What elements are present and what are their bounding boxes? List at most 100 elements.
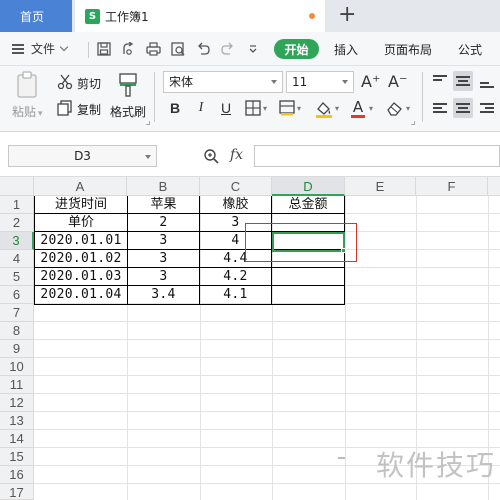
column-header-b[interactable]: B bbox=[127, 177, 200, 196]
shrink-font-button[interactable]: A⁻ bbox=[388, 72, 407, 91]
chevron-down-icon[interactable]: ▾ bbox=[369, 104, 373, 113]
chevron-down-icon[interactable]: ▾ bbox=[263, 104, 267, 113]
formula-bar: D3 fx bbox=[0, 133, 500, 177]
cut-button[interactable]: 剪切 bbox=[77, 75, 101, 92]
cell-a4[interactable]: 2020.01.02 bbox=[35, 250, 127, 268]
row-header-13[interactable]: 13 bbox=[0, 412, 34, 430]
print-icon[interactable] bbox=[144, 40, 162, 58]
column-header-e[interactable]: E bbox=[345, 177, 416, 196]
cell-c5[interactable]: 4.2 bbox=[200, 268, 271, 286]
font-color-button[interactable]: A bbox=[350, 98, 366, 118]
font-size-select[interactable]: 11 bbox=[286, 71, 354, 93]
format-painter-icon[interactable] bbox=[117, 72, 139, 98]
cell-a1[interactable]: 进货时间 bbox=[35, 196, 127, 214]
font-name-select[interactable]: 宋体 bbox=[163, 71, 283, 93]
bold-button[interactable]: B bbox=[166, 99, 184, 117]
tab-page-layout[interactable]: 页面布局 bbox=[384, 41, 432, 58]
chevron-down-icon[interactable]: ▾ bbox=[297, 104, 301, 113]
underline-button[interactable]: U bbox=[217, 99, 235, 117]
tab-insert[interactable]: 插入 bbox=[334, 41, 358, 58]
chevron-down-icon[interactable]: ▾ bbox=[406, 104, 410, 113]
insert-function-button[interactable]: fx bbox=[230, 147, 243, 163]
redo-icon[interactable] bbox=[219, 40, 237, 58]
print-preview-icon[interactable] bbox=[169, 40, 187, 58]
cell-a6[interactable]: 2020.01.04 bbox=[35, 286, 127, 304]
row-header-10[interactable]: 10 bbox=[0, 358, 34, 376]
paste-icon[interactable] bbox=[12, 70, 42, 100]
add-tab-button[interactable]: + bbox=[338, 3, 356, 27]
tab-workbook[interactable]: S 工作簿1 bbox=[75, 0, 325, 32]
cell-a5[interactable]: 2020.01.03 bbox=[35, 268, 127, 286]
column-header-c[interactable]: C bbox=[200, 177, 272, 196]
align-middle-button[interactable] bbox=[453, 71, 473, 91]
row-header-7[interactable]: 7 bbox=[0, 304, 34, 322]
cell-b5[interactable]: 3 bbox=[128, 268, 199, 286]
export-icon[interactable] bbox=[119, 40, 137, 58]
column-header-g[interactable] bbox=[488, 177, 500, 196]
tab-start[interactable]: 开始 bbox=[274, 39, 319, 59]
tab-home[interactable]: 首页 bbox=[0, 0, 72, 32]
align-right-button[interactable] bbox=[477, 98, 497, 118]
fill-color-icon[interactable] bbox=[315, 100, 333, 118]
cell-b3[interactable]: 3 bbox=[128, 232, 199, 250]
row-header-3[interactable]: 3 bbox=[0, 232, 34, 250]
copy-button[interactable]: 复制 bbox=[77, 101, 101, 118]
select-all-corner[interactable] bbox=[0, 177, 34, 196]
eraser-icon[interactable] bbox=[386, 100, 404, 116]
gridline bbox=[34, 411, 500, 412]
cell-c6[interactable]: 4.1 bbox=[200, 286, 271, 304]
fill-pattern-icon[interactable] bbox=[279, 100, 295, 116]
align-bottom-button[interactable] bbox=[477, 71, 497, 91]
row-header-16[interactable]: 16 bbox=[0, 466, 34, 484]
format-painter-button[interactable]: 格式刷 bbox=[110, 103, 146, 120]
borders-icon[interactable] bbox=[245, 100, 261, 116]
row-header-1[interactable]: 1 bbox=[0, 196, 34, 214]
row-header-11[interactable]: 11 bbox=[0, 376, 34, 394]
copy-icon bbox=[57, 100, 73, 116]
cell-b4[interactable]: 3 bbox=[128, 250, 199, 268]
name-box-value: D3 bbox=[74, 149, 91, 163]
name-box[interactable]: D3 bbox=[8, 145, 157, 167]
column-header-a[interactable]: A bbox=[34, 177, 127, 196]
row-header-14[interactable]: 14 bbox=[0, 430, 34, 448]
cell-d1[interactable]: 总金额 bbox=[272, 196, 344, 214]
spreadsheet-grid[interactable]: A B C D E F 1 2 3 4 5 6 7 8 9 10 11 12 1… bbox=[0, 177, 500, 500]
row-header-5[interactable]: 5 bbox=[0, 268, 34, 286]
paste-button[interactable]: 粘贴 ▾ bbox=[12, 103, 43, 120]
zoom-search-icon[interactable] bbox=[203, 148, 219, 164]
row-header-4[interactable]: 4 bbox=[0, 250, 34, 268]
cell-b6[interactable]: 3.4 bbox=[128, 286, 199, 304]
row-header-12[interactable]: 12 bbox=[0, 394, 34, 412]
cell-a2[interactable]: 单价 bbox=[35, 214, 127, 232]
gridline bbox=[34, 357, 500, 358]
row-header-15[interactable]: 15 bbox=[0, 448, 34, 466]
highlight-annotation-box bbox=[245, 223, 357, 262]
align-center-button[interactable] bbox=[453, 98, 473, 118]
column-header-f[interactable]: F bbox=[416, 177, 488, 196]
row-header-6[interactable]: 6 bbox=[0, 286, 34, 304]
watermark-mark bbox=[338, 457, 345, 459]
save-icon[interactable] bbox=[95, 40, 113, 58]
row-header-2[interactable]: 2 bbox=[0, 214, 34, 232]
gridline bbox=[34, 321, 500, 322]
row-header-8[interactable]: 8 bbox=[0, 322, 34, 340]
align-left-button[interactable] bbox=[430, 98, 450, 118]
font-expand-icon[interactable] bbox=[411, 121, 415, 125]
tab-formula[interactable]: 公式 bbox=[458, 41, 482, 58]
cell-a3[interactable]: 2020.01.01 bbox=[35, 232, 127, 250]
row-header-9[interactable]: 9 bbox=[0, 340, 34, 358]
row-header-17[interactable]: 17 bbox=[0, 484, 34, 500]
cell-b1[interactable]: 苹果 bbox=[128, 196, 199, 214]
customize-toolbar-icon[interactable] bbox=[244, 40, 262, 58]
clipboard-expand-icon[interactable] bbox=[146, 121, 150, 125]
formula-input[interactable] bbox=[254, 145, 500, 167]
file-menu-button[interactable]: 文件 bbox=[12, 40, 69, 57]
grow-font-button[interactable]: A⁺ bbox=[361, 72, 380, 91]
align-top-button[interactable] bbox=[430, 71, 450, 91]
undo-icon[interactable] bbox=[194, 40, 212, 58]
italic-button[interactable]: I bbox=[192, 99, 210, 117]
cell-c1[interactable]: 橡胶 bbox=[200, 196, 271, 214]
column-header-d[interactable]: D bbox=[272, 177, 345, 196]
chevron-down-icon[interactable]: ▾ bbox=[335, 104, 339, 113]
cell-b2[interactable]: 2 bbox=[128, 214, 199, 232]
